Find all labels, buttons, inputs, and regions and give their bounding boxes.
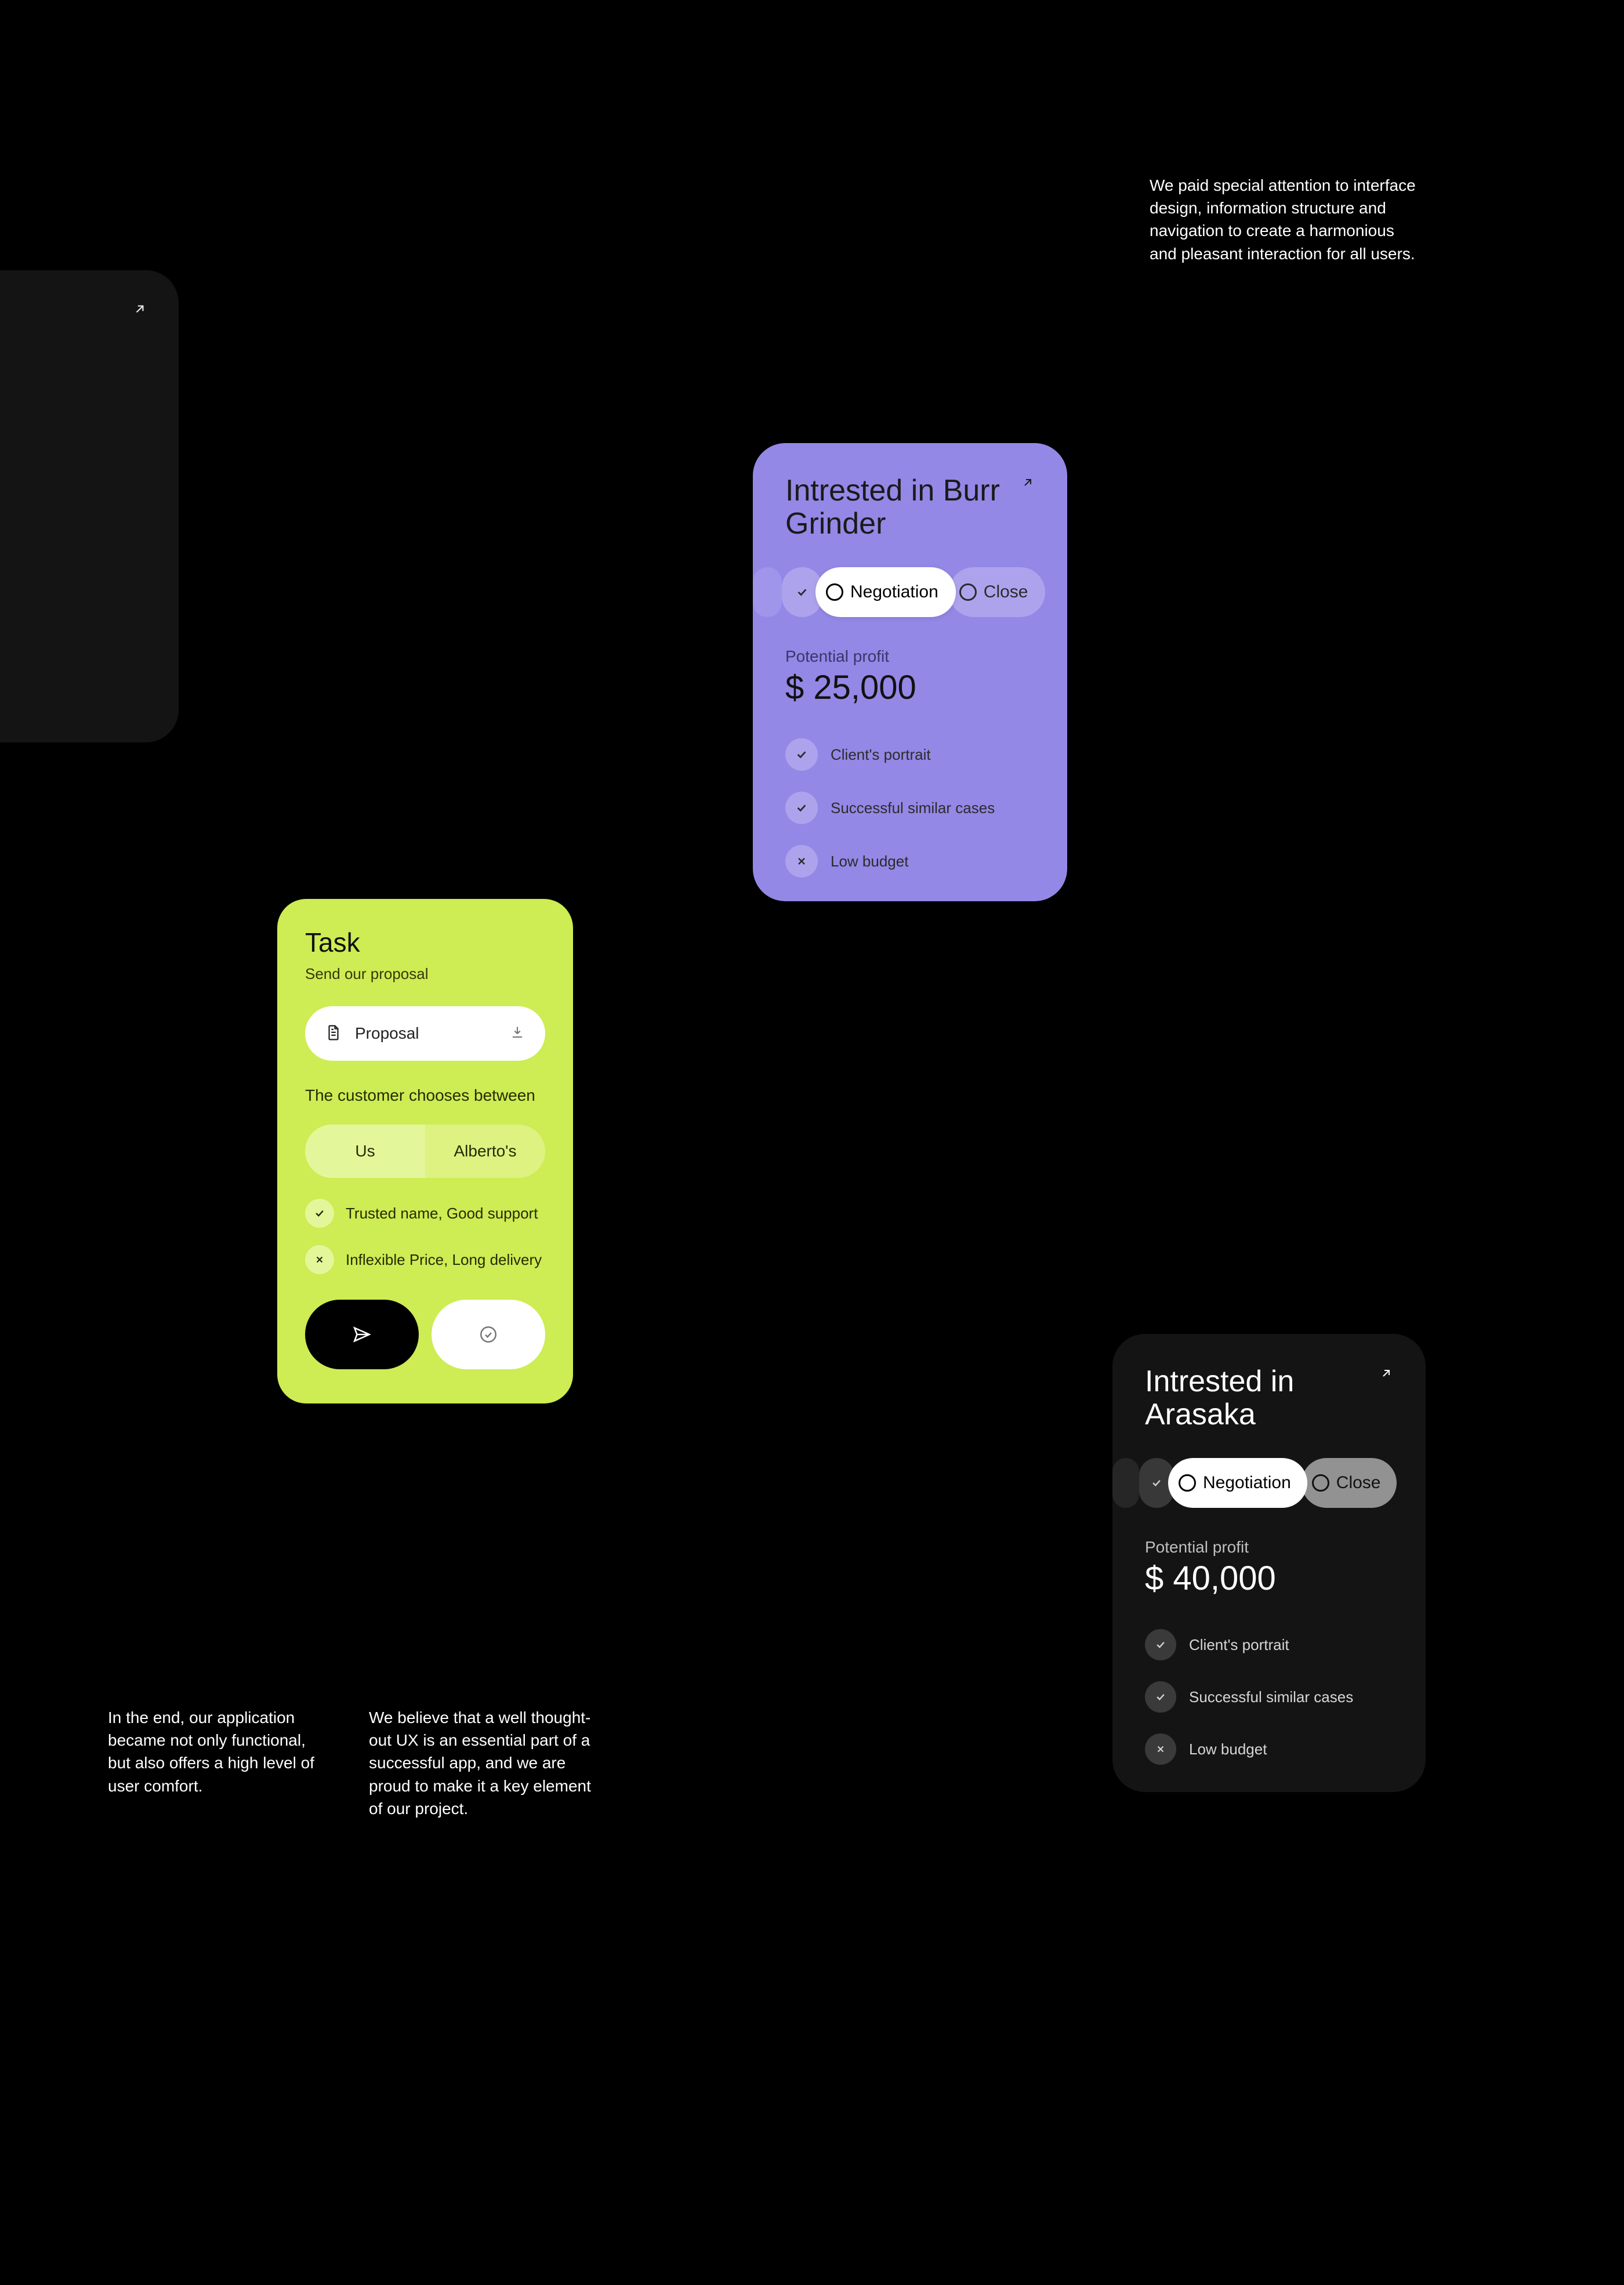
open-icon[interactable] bbox=[1379, 1366, 1393, 1380]
tab-alberto[interactable]: Alberto's bbox=[425, 1125, 545, 1178]
check-icon bbox=[785, 738, 818, 771]
stage-pill-negotiation[interactable]: Negotiation bbox=[815, 567, 956, 617]
card-title: Task bbox=[305, 927, 545, 958]
attributes-list: portrait ful similar cases dget bbox=[0, 601, 146, 709]
check-icon bbox=[305, 1199, 334, 1228]
download-icon[interactable] bbox=[509, 1024, 525, 1043]
attribute-label: Low budget bbox=[831, 853, 908, 871]
paragraph-bottom-left-2: We believe that a well thought-out UX is… bbox=[369, 1706, 601, 1820]
card-subtitle: Send our proposal bbox=[305, 965, 545, 983]
send-button[interactable] bbox=[305, 1300, 419, 1369]
profit-label: t bbox=[0, 494, 146, 513]
radio-icon bbox=[959, 583, 977, 601]
competitor-tabs: Us Alberto's bbox=[305, 1125, 545, 1178]
stage-pill-close[interactable]: Close bbox=[1302, 1458, 1397, 1508]
task-card: Task Send our proposal Proposal The cust… bbox=[277, 899, 573, 1403]
card-title: d in Burr bbox=[0, 302, 146, 340]
attribute-label: Successful similar cases bbox=[831, 799, 995, 817]
attachment-label: Proposal bbox=[355, 1024, 496, 1043]
lead-card-burr-partial: d in Burr otiation Close t 00 portrait f… bbox=[0, 270, 179, 742]
cross-icon bbox=[1145, 1733, 1176, 1765]
attribute-item: Client's portrait bbox=[785, 738, 1035, 771]
profit-label: Potential profit bbox=[1145, 1538, 1393, 1557]
radio-icon bbox=[1179, 1474, 1196, 1492]
paragraph-top: We paid special attention to interface d… bbox=[1150, 174, 1422, 265]
profit-value: $ 40,000 bbox=[1145, 1559, 1393, 1598]
open-icon[interactable] bbox=[132, 302, 147, 317]
profit-value: 00 bbox=[0, 517, 146, 561]
cross-icon bbox=[305, 1245, 334, 1274]
pill-label: Negotiation bbox=[850, 582, 938, 602]
attribute-label: Low budget bbox=[1189, 1740, 1267, 1758]
tab-label: Us bbox=[355, 1142, 375, 1160]
proscons-list: Trusted name, Good support Inflexible Pr… bbox=[305, 1199, 545, 1274]
proscons-item: Inflexible Price, Long delivery bbox=[305, 1245, 545, 1274]
chooses-label: The customer chooses between bbox=[305, 1086, 545, 1105]
open-icon[interactable] bbox=[1021, 476, 1035, 489]
proscons-label: Inflexible Price, Long delivery bbox=[346, 1251, 542, 1269]
cross-icon bbox=[785, 845, 818, 877]
attribute-item: portrait bbox=[0, 601, 146, 621]
stage-pill-prev2[interactable] bbox=[753, 567, 782, 617]
attribute-item: ful similar cases bbox=[0, 645, 146, 665]
card-title: Intrested in Arasaka bbox=[1145, 1365, 1393, 1431]
check-icon bbox=[785, 792, 818, 824]
attribute-item: Client's portrait bbox=[1145, 1629, 1393, 1660]
check-icon bbox=[1145, 1681, 1176, 1713]
stage-pill-row: otiation Close bbox=[0, 404, 146, 456]
document-icon bbox=[325, 1024, 342, 1044]
complete-button[interactable] bbox=[432, 1300, 545, 1369]
stage-pill-row: Negotiation Close bbox=[785, 567, 1035, 617]
card-title: Intrested in Burr Grinder bbox=[785, 474, 1035, 541]
lead-card-burr-grinder: Intrested in Burr Grinder Negotiation Cl… bbox=[753, 443, 1067, 901]
attribute-label: Client's portrait bbox=[831, 746, 931, 764]
attributes-list: Client's portrait Successful similar cas… bbox=[785, 738, 1035, 877]
pill-label: Negotiation bbox=[1203, 1473, 1291, 1493]
check-icon bbox=[1145, 1629, 1176, 1660]
attribute-item: Successful similar cases bbox=[785, 792, 1035, 824]
attribute-item: Successful similar cases bbox=[1145, 1681, 1393, 1713]
pill-label: Close bbox=[984, 582, 1028, 602]
attribute-item: Low budget bbox=[1145, 1733, 1393, 1765]
attribute-label: Client's portrait bbox=[1189, 1636, 1289, 1654]
proscons-label: Trusted name, Good support bbox=[346, 1205, 538, 1223]
stage-pill-row: Negotiation Close bbox=[1145, 1458, 1393, 1508]
attribute-item: Low budget bbox=[785, 845, 1035, 877]
stage-pill-negotiation[interactable]: Negotiation bbox=[1168, 1458, 1307, 1508]
proscons-item: Trusted name, Good support bbox=[305, 1199, 545, 1228]
pill-label: Close bbox=[1336, 1473, 1381, 1493]
profit-value: $ 25,000 bbox=[785, 668, 1035, 707]
attribute-label: Successful similar cases bbox=[1189, 1688, 1353, 1706]
attachment-row[interactable]: Proposal bbox=[305, 1006, 545, 1061]
tab-us[interactable]: Us bbox=[305, 1125, 425, 1178]
tab-label: Alberto's bbox=[454, 1142, 516, 1160]
radio-icon bbox=[826, 583, 843, 601]
lead-card-arasaka: Intrested in Arasaka Negotiation Close P… bbox=[1112, 1334, 1426, 1792]
stage-pill-prev2[interactable] bbox=[1112, 1458, 1139, 1508]
radio-icon bbox=[1312, 1474, 1329, 1492]
attribute-item: dget bbox=[0, 690, 146, 709]
action-buttons bbox=[305, 1300, 545, 1369]
stage-pill-close[interactable]: Close bbox=[949, 567, 1046, 617]
attributes-list: Client's portrait Successful similar cas… bbox=[1145, 1629, 1393, 1765]
paragraph-bottom-left-1: In the end, our application became not o… bbox=[108, 1706, 331, 1797]
profit-label: Potential profit bbox=[785, 647, 1035, 666]
